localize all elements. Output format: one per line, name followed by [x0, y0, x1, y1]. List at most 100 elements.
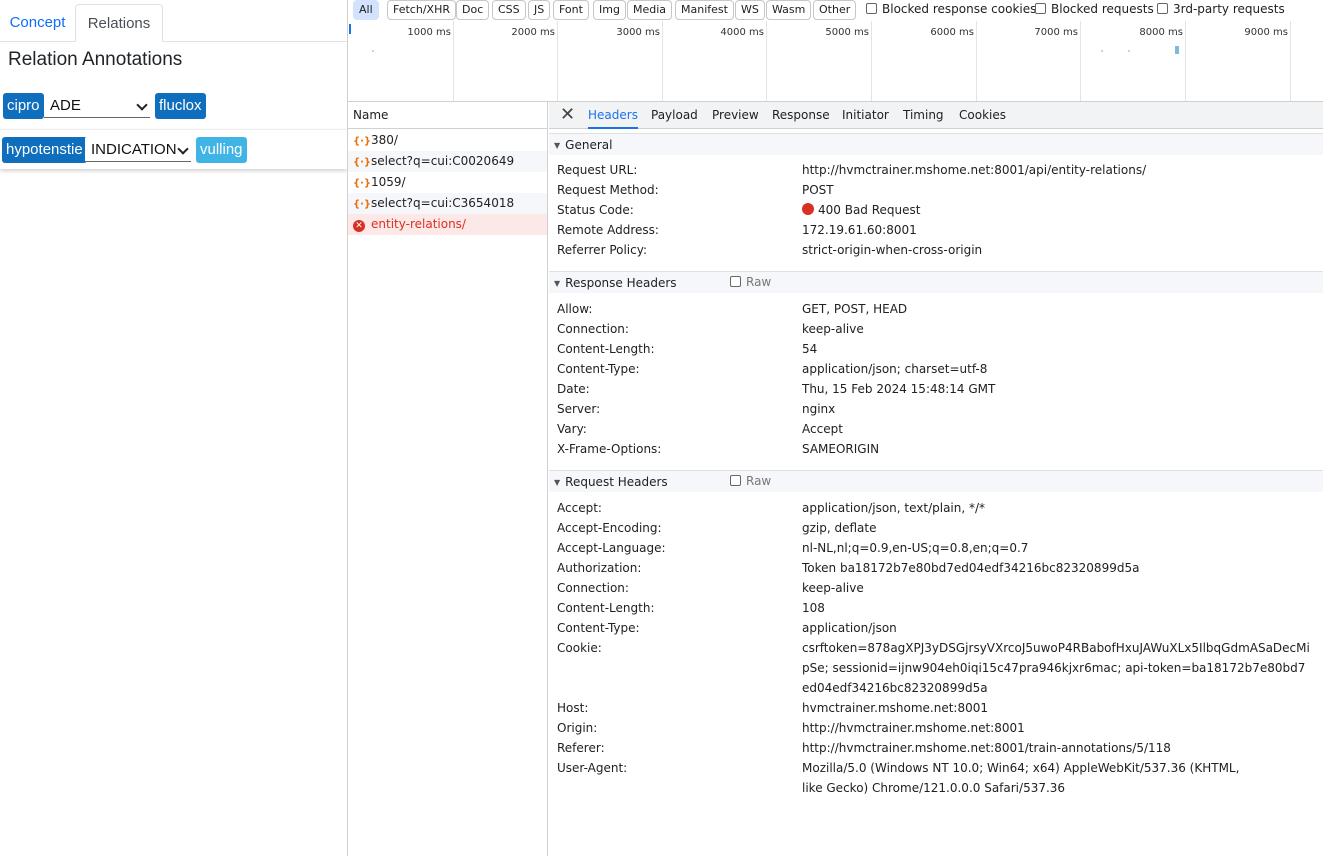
tab-headers[interactable]: Headers — [588, 102, 638, 129]
source-entity-chip[interactable]: hypotenstie — [2, 137, 87, 163]
tab-initiator[interactable]: Initiator — [842, 102, 889, 129]
filter-media[interactable]: Media — [627, 0, 673, 20]
chevron-down-icon — [136, 99, 148, 111]
filter-css[interactable]: CSS — [492, 0, 526, 20]
tab-concept[interactable]: Concept — [0, 4, 75, 42]
filter-doc[interactable]: Doc — [456, 0, 490, 20]
filter-other[interactable]: Other — [813, 0, 857, 20]
json-icon: {·} — [353, 157, 372, 168]
request-row[interactable]: {·}select?q=cui:C0020649 — [348, 151, 547, 172]
header-value: SAMEORIGIN — [802, 442, 880, 456]
filter-bar: All Fetch/XHR Doc CSS JS Font Img Media … — [348, 0, 1323, 21]
timeline-label: 8000 ms — [1139, 27, 1183, 38]
request-row[interactable]: {·}select?q=cui:C3654018 — [348, 193, 547, 214]
target-entity-chip[interactable]: vulling — [196, 137, 247, 163]
header-name: Authorization: — [557, 561, 642, 575]
json-icon: {·} — [353, 199, 372, 210]
header-value: 172.19.61.60:8001 — [802, 223, 917, 237]
timeline-gridline — [1080, 21, 1081, 101]
status-error-icon — [802, 203, 814, 215]
app-tabs: Concept Relations — [0, 0, 347, 42]
header-name: Content-Type: — [557, 621, 640, 635]
header-value: Thu, 15 Feb 2024 15:48:14 GMT — [802, 382, 996, 396]
header-name: Connection: — [557, 581, 629, 595]
header-name: Content-Length: — [557, 342, 655, 356]
filter-all[interactable]: All — [353, 0, 379, 20]
filter-manifest[interactable]: Manifest — [675, 0, 734, 20]
header-name: Accept-Encoding: — [557, 521, 662, 535]
header-name: Host: — [557, 701, 589, 715]
general-section: ▼ General Request URL: http://hvmctrainer… — [549, 133, 1323, 270]
third-party-requests-checkbox[interactable]: 3rd-party requests — [1157, 2, 1285, 16]
request-row-selected[interactable]: ✕ entity-relations/ — [348, 214, 547, 235]
relation-type-select[interactable]: INDICATION — [85, 138, 191, 162]
checkbox-label: Blocked requests — [1051, 2, 1154, 16]
request-list: Name {·}380/ {·}select?q=cui:C0020649 {·… — [348, 102, 548, 856]
header-name: Status Code: — [557, 203, 634, 217]
header-name: Referrer Policy: — [557, 243, 647, 257]
header-value: application/json, text/plain, */* — [802, 501, 986, 515]
header-value: POST — [802, 183, 834, 197]
header-name: Accept-Language: — [557, 541, 666, 555]
raw-toggle[interactable]: Raw — [730, 271, 771, 293]
header-name: X-Frame-Options: — [557, 442, 662, 456]
timeline-request-bar — [372, 50, 374, 52]
general-section-header[interactable]: ▼ General — [549, 133, 1323, 155]
section-title: Response Headers — [565, 276, 677, 290]
timeline-gridline — [1290, 21, 1291, 101]
timeline-gridline — [662, 21, 663, 101]
blocked-requests-checkbox[interactable]: Blocked requests — [1035, 2, 1154, 16]
request-row[interactable]: {·}1059/ — [348, 172, 547, 193]
error-icon: ✕ — [353, 220, 365, 232]
tab-timing[interactable]: Timing — [903, 102, 944, 129]
tab-relations[interactable]: Relations — [75, 4, 163, 42]
header-name: Cookie: — [557, 641, 602, 655]
name-column-header[interactable]: Name — [348, 102, 547, 129]
tab-response[interactable]: Response — [772, 102, 830, 129]
header-name: User-Agent: — [557, 761, 628, 775]
timeline-marker — [349, 24, 351, 34]
filter-fetch-xhr[interactable]: Fetch/XHR — [387, 0, 456, 20]
filter-font[interactable]: Font — [553, 0, 589, 20]
request-detail-pane: ✕ Headers Payload Preview Response Initi… — [549, 102, 1323, 856]
relation-type-select[interactable]: ADE — [44, 94, 150, 118]
collapse-triangle-icon: ▼ — [554, 478, 561, 487]
timeline-label: 9000 ms — [1244, 27, 1288, 38]
header-value: application/json — [802, 621, 897, 635]
header-value: http://hvmctrainer.mshome.net:8001 — [802, 721, 1025, 735]
detail-tabs: ✕ Headers Payload Preview Response Initi… — [549, 102, 1323, 129]
response-headers-section-header[interactable]: ▼ Response Headers — [549, 271, 1323, 293]
request-name: 380/ — [371, 133, 398, 147]
timeline-label: 3000 ms — [616, 27, 660, 38]
tab-cookies[interactable]: Cookies — [959, 102, 1006, 129]
network-timeline[interactable]: 1000 ms 2000 ms 3000 ms 4000 ms 5000 ms … — [348, 21, 1323, 102]
tab-preview[interactable]: Preview — [712, 102, 759, 129]
request-name: select?q=cui:C0020649 — [371, 154, 515, 168]
header-name: Connection: — [557, 322, 629, 336]
request-headers-section-header[interactable]: ▼ Request Headers — [549, 470, 1323, 492]
relation-type-value: ADE — [50, 97, 81, 114]
target-entity-chip[interactable]: fluclox — [155, 93, 206, 119]
filter-ws[interactable]: WS — [735, 0, 765, 20]
blocked-response-cookies-checkbox[interactable]: Blocked response cookies — [866, 2, 1036, 16]
header-name: Origin: — [557, 721, 598, 735]
header-value: nl-NL,nl;q=0.9,en-US;q=0.8,en;q=0.7 — [802, 541, 1029, 555]
header-value: Accept — [802, 422, 843, 436]
request-row[interactable]: {·}380/ — [348, 130, 547, 151]
devtools-network-panel: All Fetch/XHR Doc CSS JS Font Img Media … — [347, 0, 1323, 856]
timeline-request-bar — [1175, 46, 1179, 54]
tab-payload[interactable]: Payload — [651, 102, 698, 129]
timeline-gridline — [1185, 21, 1186, 101]
request-name: entity-relations/ — [371, 217, 466, 231]
json-icon: {·} — [353, 178, 372, 189]
timeline-label: 5000 ms — [825, 27, 869, 38]
close-icon[interactable]: ✕ — [560, 103, 575, 127]
filter-js[interactable]: JS — [528, 0, 551, 20]
source-entity-chip[interactable]: cipro — [3, 93, 44, 119]
filter-wasm[interactable]: Wasm — [766, 0, 812, 20]
chevron-down-icon — [177, 143, 189, 155]
relation-row: cipro ADE fluclox — [0, 86, 347, 126]
filter-img[interactable]: Img — [593, 0, 626, 20]
raw-toggle[interactable]: Raw — [730, 470, 771, 492]
status-text: 400 Bad Request — [818, 203, 921, 217]
